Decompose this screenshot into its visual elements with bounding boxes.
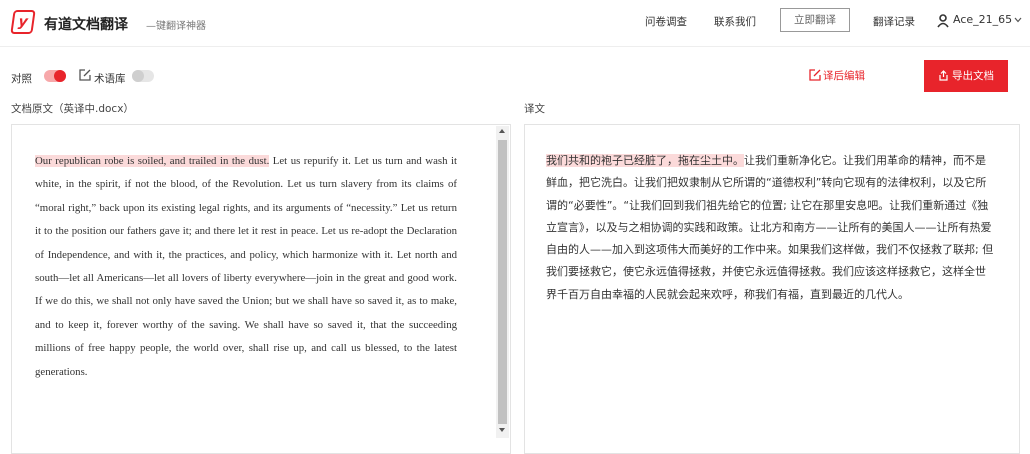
compare-toggle[interactable] [44,70,66,82]
app-logo-icon[interactable]: y [10,10,36,34]
nav-survey-link[interactable]: 问卷调查 [645,14,687,29]
termbase-label: 术语库 [94,73,126,85]
target-text[interactable]: 我们共和的袍子已经脏了，拖在尘土中。让我们重新净化它。让我们用革命的精神，而不是… [546,150,996,306]
post-edit-button[interactable]: 译后编辑 [823,68,865,83]
user-icon[interactable] [937,14,949,28]
source-highlight[interactable]: Our republican robe is soiled, and trail… [35,155,270,167]
export-label: 导出文档 [952,70,994,82]
termbase-edit-icon [79,69,91,81]
brand-subtitle: —键翻译神器 [146,21,206,32]
target-highlight[interactable]: 我们共和的袍子已经脏了，拖在尘土中。 [546,154,744,167]
compare-toggle-knob [54,70,66,82]
post-edit-icon [809,69,821,81]
export-icon [939,70,948,81]
source-rest: Let us repurify it. Let us turn and wash… [35,155,457,378]
chevron-down-icon[interactable] [1014,17,1022,23]
scroll-down-icon[interactable] [499,428,505,432]
export-document-button[interactable]: 导出文档 [924,60,1008,92]
brand-title: 有道文档翻译 [44,17,128,33]
source-text[interactable]: Our republican robe is soiled, and trail… [35,150,457,384]
compare-label: 对照 [11,73,32,85]
target-panel-label: 译文 [524,103,545,115]
scrollbar-thumb[interactable] [498,140,507,424]
termbase-toggle[interactable] [132,70,154,82]
nav-contact-link[interactable]: 联系我们 [714,14,756,29]
scroll-up-icon[interactable] [499,129,505,133]
termbase-toggle-knob [132,70,144,82]
nav-history-link[interactable]: 翻译记录 [873,14,915,29]
source-panel-label: 文档原文（英译中.docx） [11,103,134,115]
translate-now-button[interactable]: 立即翻译 [780,8,850,32]
user-name[interactable]: Ace_21_65 [953,13,1012,26]
target-rest: 让我们重新净化它。让我们用革命的精神，而不是鲜血，把它洗白。让我们把奴隶制从它所… [546,154,994,301]
